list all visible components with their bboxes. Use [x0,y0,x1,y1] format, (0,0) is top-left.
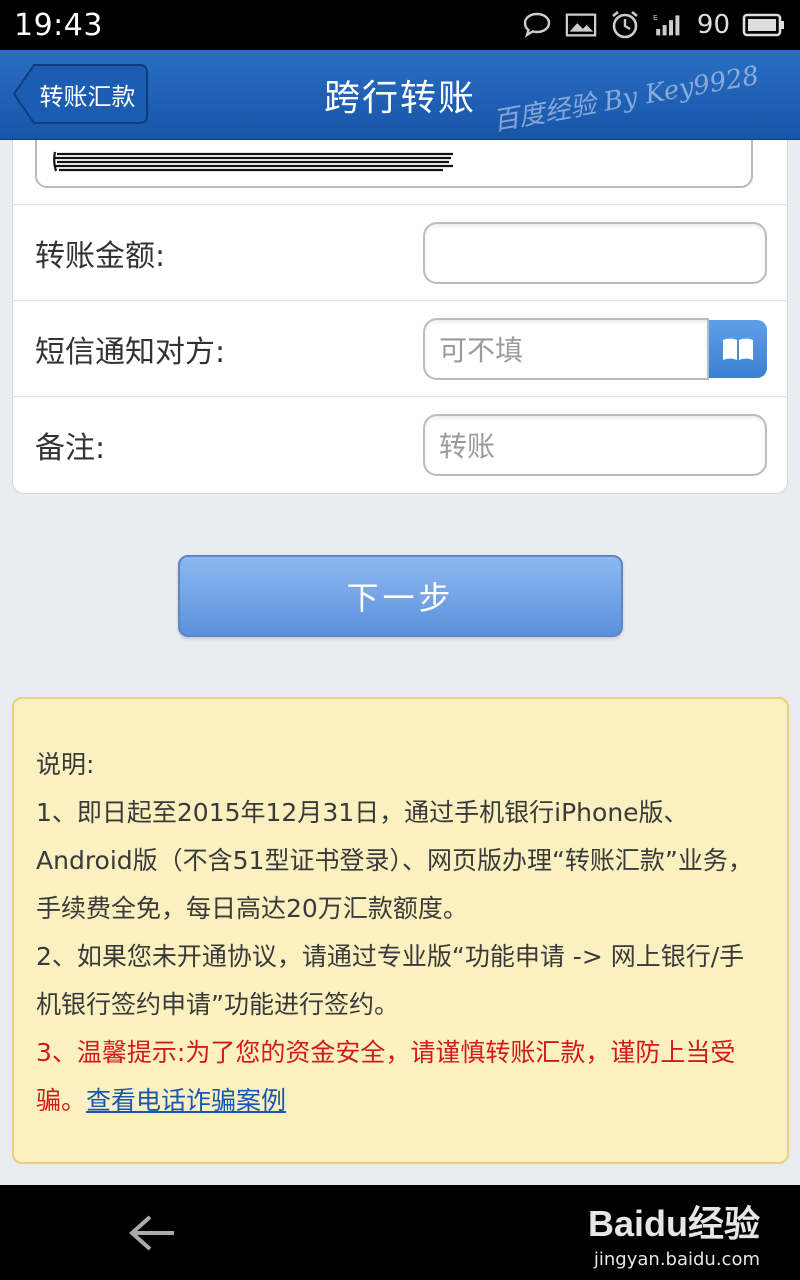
sms-phone-input[interactable]: 可不填 [423,317,709,380]
battery-icon [742,10,786,40]
status-time: 19:43 [14,7,103,43]
note-row: 备注: 转账 [13,396,789,492]
note-input[interactable]: 转账 [423,413,767,476]
contacts-button[interactable] [709,319,767,378]
transfer-form: 转账金额: 短信通知对方: 可不填 备注: 转账 [12,140,789,494]
baidu-logo: Baidu经验 [587,1203,760,1244]
image-icon [565,10,597,40]
sms-label: 短信通知对方: [35,334,226,370]
redacted-scribble [53,151,453,172]
chat-icon [521,10,553,40]
amount-input[interactable] [423,221,767,284]
status-bar: 19:43 E 90 [0,0,800,50]
sms-row: 短信通知对方: 可不填 [13,300,789,396]
note-label: 备注: [35,430,106,466]
amount-label: 转账金额: [35,238,166,274]
notice-item-2: 2、如果您未开通协议，请通过专业版“功能申请 -> 网上银行/手机银行签约申请”… [36,942,745,1019]
baidu-watermark: Baidu经验 jingyan.baidu.com [588,1195,760,1270]
account-field[interactable] [35,140,753,188]
next-step-button[interactable]: 下一步 [178,555,623,637]
baidu-url: jingyan.baidu.com [593,1249,760,1270]
amount-row: 转账金额: [13,204,789,300]
status-icons: E 90 [521,10,786,40]
signal-icon: E [653,10,685,40]
notice-title: 说明: [36,750,95,779]
svg-text:E: E [653,13,658,22]
battery-level: 90 [696,10,730,40]
system-nav-bar: Baidu经验 jingyan.baidu.com [0,1185,800,1280]
notice-box: 说明: 1、即日起至2015年12月31日，通过手机银行iPhone版、Andr… [12,697,789,1164]
alarm-icon [609,10,641,40]
notice-item-1: 1、即日起至2015年12月31日，通过手机银行iPhone版、Android版… [36,798,753,923]
nav-back-icon[interactable] [128,1213,176,1253]
notice-item-3: 3、温馨提示:为了您的资金安全，请谨慎转账汇款，谨防上当受骗。查看电话诈骗案例 [36,1029,767,1125]
fraud-cases-link[interactable]: 查看电话诈骗案例 [86,1086,286,1115]
book-icon [723,338,753,360]
